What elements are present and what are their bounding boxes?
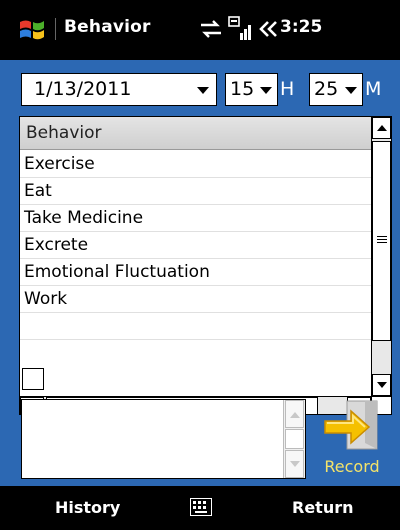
arrow-up-icon bbox=[377, 125, 387, 131]
history-softkey[interactable]: History bbox=[55, 498, 120, 517]
clock: 3:25 bbox=[280, 17, 323, 37]
hour-value: 15 bbox=[230, 78, 255, 100]
hour-unit-label: H bbox=[280, 78, 295, 100]
vertical-scrollbar[interactable] bbox=[371, 117, 391, 396]
arrow-up-icon bbox=[290, 412, 300, 418]
list-item[interactable]: Take Medicine bbox=[20, 205, 371, 232]
minute-unit-label: M bbox=[365, 78, 382, 100]
list-item[interactable]: Work bbox=[20, 286, 371, 313]
scroll-down-button[interactable] bbox=[372, 374, 391, 396]
list-item[interactable]: Excrete bbox=[20, 232, 371, 259]
date-picker[interactable]: 1/13/2011 bbox=[21, 73, 217, 106]
chevron-down-icon[interactable] bbox=[345, 87, 357, 94]
record-button[interactable]: Record bbox=[319, 399, 385, 481]
keyboard-icon[interactable] bbox=[190, 498, 212, 516]
title-separator bbox=[55, 18, 56, 40]
column-header-behavior: Behavior bbox=[26, 123, 102, 143]
list-item[interactable]: Emotional Fluctuation bbox=[20, 259, 371, 286]
notes-scroll-down-button[interactable] bbox=[285, 450, 304, 478]
hour-select[interactable]: 15 bbox=[225, 73, 278, 106]
notes-scroll-thumb[interactable] bbox=[285, 429, 304, 449]
windows-logo-icon[interactable] bbox=[18, 16, 46, 44]
status-bar: Behavior 3:25 bbox=[0, 0, 400, 60]
notes-scroll-up-button[interactable] bbox=[285, 400, 304, 428]
chevron-down-icon[interactable] bbox=[197, 87, 209, 94]
signal-icon bbox=[228, 16, 251, 40]
minute-select[interactable]: 25 bbox=[309, 73, 363, 106]
record-label: Record bbox=[324, 457, 380, 476]
notes-textarea[interactable] bbox=[21, 399, 306, 479]
list-item[interactable]: Eat bbox=[20, 178, 371, 205]
scroll-up-button[interactable] bbox=[372, 117, 391, 139]
record-arrow-icon bbox=[324, 400, 378, 450]
grip-line bbox=[377, 239, 387, 240]
notes-scrollbar[interactable] bbox=[283, 400, 305, 478]
list-rows: Exercise Eat Take Medicine Excrete Emoti… bbox=[20, 151, 371, 340]
list-item[interactable]: Exercise bbox=[20, 151, 371, 178]
date-value: 1/13/2011 bbox=[34, 78, 132, 100]
main-panel: 1/13/2011 15 H 25 M Behavior Exercise Ea… bbox=[0, 60, 400, 486]
list-item[interactable] bbox=[20, 313, 371, 340]
vertical-scroll-thumb[interactable] bbox=[372, 141, 391, 341]
chevron-down-icon[interactable] bbox=[260, 87, 272, 94]
grip-line bbox=[377, 236, 387, 237]
softkey-bar: History Return bbox=[0, 486, 400, 530]
return-softkey[interactable]: Return bbox=[292, 498, 354, 517]
customize-label[interactable]: Customize bbox=[54, 369, 143, 389]
customize-checkbox[interactable] bbox=[22, 368, 44, 390]
arrow-down-icon bbox=[377, 382, 387, 388]
list-header[interactable]: Behavior bbox=[20, 117, 371, 150]
data-sync-icon bbox=[201, 20, 221, 38]
arrow-down-icon bbox=[290, 461, 300, 467]
volume-icon bbox=[259, 21, 277, 37]
minute-value: 25 bbox=[314, 78, 339, 100]
grip-line bbox=[377, 242, 387, 243]
app-title: Behavior bbox=[64, 17, 151, 37]
